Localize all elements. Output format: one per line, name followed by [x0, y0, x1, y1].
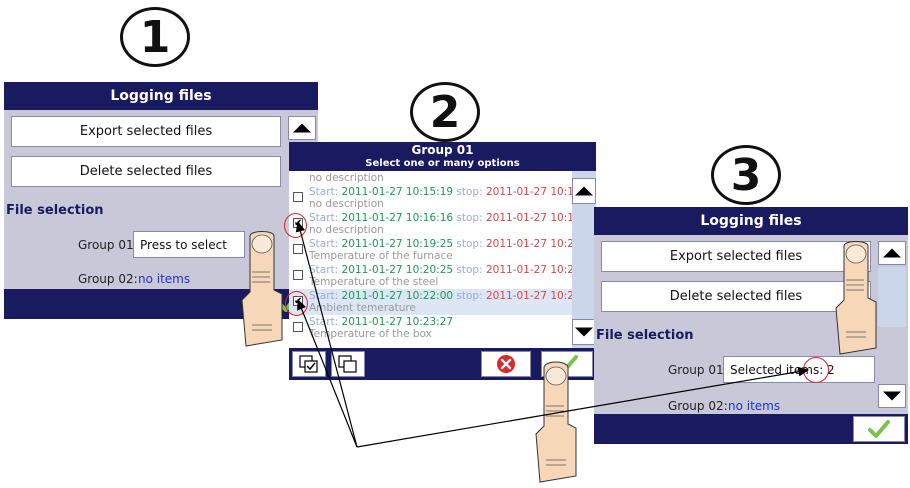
arrow-to-second-checkbox: [297, 298, 358, 448]
arrow-to-selected-count: [356, 366, 810, 448]
annotation-arrows: [295, 220, 810, 448]
arrow-to-first-checkbox: [295, 220, 358, 448]
